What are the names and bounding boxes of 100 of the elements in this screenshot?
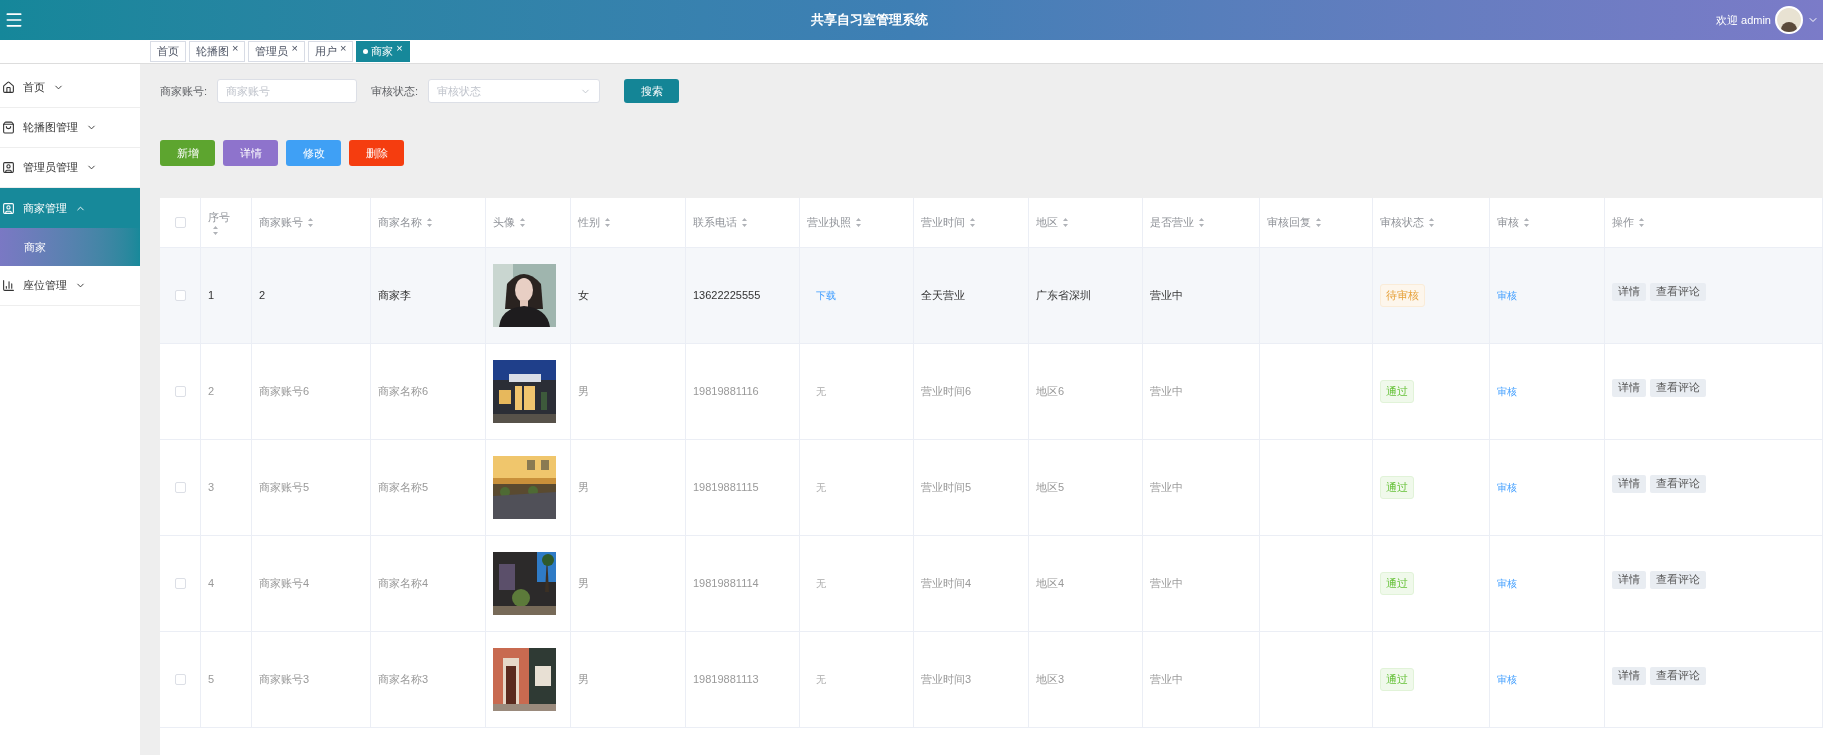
- row-action-button[interactable]: 查看评论: [1650, 570, 1706, 589]
- table-cell-text: 19819881116: [693, 384, 759, 400]
- table-cell-text: 男: [578, 384, 589, 400]
- column-header: 联系电话: [693, 215, 737, 231]
- bar-chart-icon: [2, 279, 15, 292]
- table-row[interactable]: 5 商家账号3 商家名称3 男 19819881113 无 营业时间3 地区3 营业中 通过 审核 详情 查看评论: [160, 632, 1823, 728]
- sort-icon[interactable]: [307, 217, 314, 228]
- row-checkbox[interactable]: [174, 290, 186, 301]
- table-cell-text: 营业中: [1150, 576, 1183, 592]
- tab[interactable]: 轮播图 ×: [189, 41, 246, 62]
- table-cell-text: 男: [578, 480, 589, 496]
- column-header: 序号: [208, 209, 230, 225]
- table-cell-text: 广东省深圳: [1036, 288, 1091, 304]
- sidebar-item[interactable]: 轮播图管理: [0, 108, 140, 148]
- column-header: 营业执照: [807, 215, 851, 231]
- sort-icon[interactable]: [1523, 217, 1530, 228]
- sort-icon[interactable]: [741, 217, 748, 228]
- tab[interactable]: 商家 ×: [356, 41, 410, 62]
- status-tag: 通过: [1380, 476, 1414, 499]
- row-action-button[interactable]: 查看评论: [1650, 666, 1706, 685]
- action-button[interactable]: 详情: [223, 140, 278, 166]
- table-cell-text: 全天营业: [921, 288, 965, 304]
- table-cell-text: 女: [578, 288, 589, 304]
- search-button[interactable]: 搜索: [624, 79, 680, 103]
- action-button[interactable]: 删除: [349, 140, 404, 166]
- sort-icon[interactable]: [969, 217, 976, 228]
- sort-icon[interactable]: [1198, 217, 1205, 228]
- table-cell-text: 19819881115: [693, 480, 759, 496]
- table-cell-text: 无: [816, 481, 826, 495]
- close-icon[interactable]: ×: [396, 42, 403, 54]
- column-header: 审核回复: [1267, 215, 1311, 231]
- row-action-button[interactable]: 详情: [1612, 666, 1646, 685]
- sidebar-item[interactable]: 首页: [0, 68, 140, 108]
- user-card-icon: [2, 201, 15, 215]
- close-icon[interactable]: ×: [232, 42, 239, 54]
- row-action-button[interactable]: 查看评论: [1650, 474, 1706, 493]
- table-cell-text: 5: [208, 672, 215, 688]
- sort-icon[interactable]: [1062, 217, 1069, 228]
- row-checkbox[interactable]: [174, 482, 186, 493]
- menu-icon[interactable]: [4, 10, 24, 30]
- tab[interactable]: 首页: [150, 41, 186, 62]
- field-label: 审核状态:: [371, 83, 419, 99]
- sort-icon[interactable]: [1638, 217, 1645, 228]
- field-label: 商家账号:: [160, 83, 208, 99]
- sidebar-item[interactable]: 座位管理: [0, 266, 140, 306]
- column-header: 审核: [1497, 215, 1519, 231]
- row-action-button[interactable]: 详情: [1612, 474, 1646, 493]
- table-cell-text: 商家名称3: [378, 672, 429, 688]
- tab[interactable]: 管理员 ×: [248, 41, 305, 62]
- table-cell-text: 商家李: [378, 288, 411, 304]
- sort-icon[interactable]: [855, 217, 862, 228]
- row-action-button[interactable]: 查看评论: [1650, 282, 1706, 301]
- tab[interactable]: 用户 ×: [307, 41, 354, 62]
- column-header: 营业时间: [921, 215, 965, 231]
- sort-icon[interactable]: [1315, 217, 1322, 228]
- row-checkbox[interactable]: [174, 674, 186, 685]
- select-all-checkbox[interactable]: [174, 217, 186, 228]
- row-action-button[interactable]: 查看评论: [1650, 378, 1706, 397]
- row-action-button[interactable]: 详情: [1612, 282, 1646, 301]
- table-cell-text: 商家账号4: [259, 576, 310, 592]
- app-title: 共享自习室管理系统: [811, 11, 929, 30]
- table-cell-text: 商家名称4: [378, 576, 429, 592]
- table-cell-text: 无: [816, 673, 826, 687]
- table-cell-text: 商家账号6: [259, 384, 310, 400]
- table-cell-text: 4: [208, 576, 215, 592]
- sort-icon[interactable]: [604, 217, 611, 228]
- table-cell-text: 营业中: [1150, 672, 1183, 688]
- sort-icon[interactable]: [519, 217, 526, 228]
- table-cell-text: 营业时间6: [921, 384, 972, 400]
- sort-icon[interactable]: [426, 217, 433, 228]
- welcome-text: 欢迎 admin: [1715, 12, 1771, 28]
- row-action-button[interactable]: 详情: [1612, 378, 1646, 397]
- sort-icon[interactable]: [212, 225, 219, 237]
- close-icon[interactable]: ×: [339, 42, 347, 54]
- table-row[interactable]: 2 商家账号6 商家名称6 男 19819881116 无 营业时间6 地区6 营业中 通过 审核 详情 查看评论: [160, 344, 1823, 440]
- table-cell-text: 营业时间3: [921, 672, 972, 688]
- column-header: 性别: [578, 215, 600, 231]
- table-row[interactable]: 3 商家账号5 商家名称5 男 19819881115 无 营业时间5 地区5 营业中 通过 审核 详情 查看评论: [160, 440, 1823, 536]
- table-cell-text: 13622225555: [693, 288, 761, 304]
- table-row[interactable]: 4 商家账号4 商家名称4 男 19819881114 无 营业时间4 地区4 营业中 通过 审核 详情 查看评论: [160, 536, 1823, 632]
- column-header: 头像: [493, 215, 515, 231]
- table-cell-text: 19819881114: [693, 576, 759, 592]
- table-cell-text: 地区4: [1036, 576, 1065, 592]
- row-action-button[interactable]: 详情: [1612, 570, 1646, 589]
- sidebar-item[interactable]: 商家管理: [0, 188, 140, 228]
- table-row[interactable]: 1 2 商家李 女 13622225555 下载 全天营业 广东省深圳 营业中 待审核 审核 详情 查看评论: [160, 248, 1823, 344]
- row-checkbox[interactable]: [174, 386, 186, 397]
- avatar[interactable]: [1775, 6, 1803, 34]
- column-header: 地区: [1036, 215, 1058, 231]
- bag-icon: [2, 121, 15, 134]
- row-checkbox[interactable]: [174, 578, 186, 589]
- sort-icon[interactable]: [1428, 217, 1435, 228]
- close-icon[interactable]: ×: [291, 42, 298, 54]
- column-header: 是否营业: [1150, 215, 1194, 231]
- table-cell-text: 2: [259, 288, 266, 304]
- column-header: 商家账号: [259, 215, 303, 231]
- table-cell-text: 地区6: [1036, 384, 1065, 400]
- table-cell-text: 营业中: [1150, 288, 1183, 304]
- table-cell-text: 商家名称6: [378, 384, 429, 400]
- sidebar-subitem[interactable]: 商家: [0, 228, 140, 266]
